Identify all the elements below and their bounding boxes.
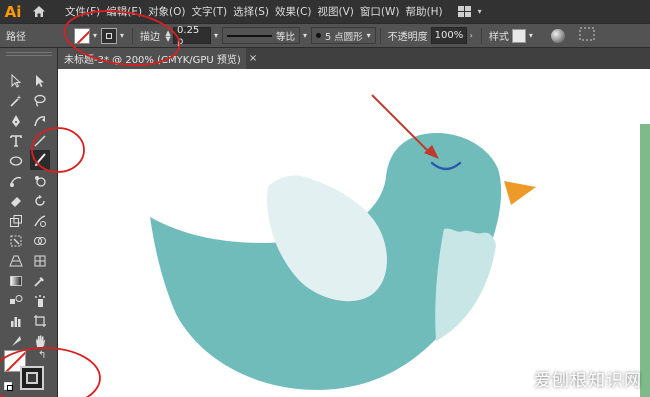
free-transform-tool-icon[interactable] (6, 232, 26, 250)
fill-swatch[interactable] (74, 27, 90, 44)
illustrator-window: { "app": { "logo": "Ai" }, "menu": ["文件(… (0, 0, 650, 397)
menu-edit[interactable]: 编辑(E) (103, 4, 145, 19)
stroke-profile-preview (227, 34, 273, 37)
selection-type-label: 路径 (6, 32, 26, 43)
eyedropper-tool-icon[interactable] (30, 272, 50, 290)
brush-dot-icon (316, 33, 322, 38)
control-bar: 路径 ▾ ▾ 描边 ▲ ▼ 0.25 p ▾ 等比 ▾ 5 点圆形 ▾ 不透明度 … (0, 23, 650, 48)
divider (132, 27, 134, 44)
menu-select[interactable]: 选择(S) (230, 4, 272, 19)
blob-brush-tool-icon[interactable] (30, 172, 50, 190)
swap-fill-stroke-icon[interactable]: ↰ (38, 350, 46, 361)
chevron-down-icon[interactable]: ▾ (303, 31, 307, 40)
bird-beak (504, 181, 536, 205)
paintbrush-tool-icon[interactable] (30, 150, 50, 170)
divider (480, 27, 482, 44)
document-tab-title: 未标题-3* @ 200% (CMYK/GPU 预览) (64, 55, 241, 66)
chevron-down-icon[interactable]: ▾ (214, 31, 218, 40)
stroke-stepper[interactable]: ▲ ▼ (163, 29, 173, 42)
menu-effect[interactable]: 效果(C) (272, 4, 315, 19)
opacity-input[interactable]: 100% (430, 27, 467, 44)
artboard-canvas[interactable] (58, 69, 650, 397)
bird-illustration (150, 94, 536, 390)
stroke-profile-label: 等比 (276, 31, 296, 43)
stroke-weight-input[interactable]: 0.25 p (173, 25, 212, 47)
direct-selection-tool-icon[interactable] (30, 72, 50, 90)
opacity-label[interactable]: 不透明度 (385, 28, 431, 43)
curvature-tool-icon[interactable] (30, 112, 50, 130)
style-label: 样式 (488, 32, 509, 43)
close-icon[interactable]: × (249, 53, 257, 64)
chevron-down-icon[interactable]: ▾ (529, 31, 533, 40)
warp-tool-icon[interactable] (30, 212, 50, 230)
menu-items: 文件(F) 编辑(E) 对象(O) 文字(T) 选择(S) 效果(C) 视图(V… (62, 4, 446, 19)
chevron-right-icon[interactable]: › (470, 31, 473, 40)
stroke-profile-select[interactable]: 等比 (222, 27, 301, 44)
mesh-tool-icon[interactable] (30, 252, 50, 270)
ellipse-tool-icon[interactable] (6, 152, 26, 170)
shape-builder-tool-icon[interactable] (30, 232, 50, 250)
align-icon[interactable] (579, 27, 595, 44)
column-graph-tool-icon[interactable] (6, 312, 26, 330)
scale-tool-icon[interactable] (6, 212, 26, 230)
pen-tool-icon[interactable] (6, 112, 26, 130)
stroke-label[interactable]: 描边 (137, 28, 163, 43)
chevron-down-icon[interactable]: ▾ (93, 31, 97, 40)
eraser-tool-icon[interactable] (6, 192, 26, 210)
document-tab-bar: 未标题-3* @ 200% (CMYK/GPU 预览) × (58, 48, 650, 69)
chevron-down-icon[interactable]: ▾ (120, 31, 124, 40)
tools-panel: ↰ (0, 48, 58, 397)
type-tool-icon[interactable] (6, 132, 26, 150)
menu-file[interactable]: 文件(F) (62, 4, 103, 19)
document-tab[interactable]: 未标题-3* @ 200% (CMYK/GPU 预览) × (58, 48, 257, 69)
blend-tool-icon[interactable] (6, 292, 26, 310)
menu-window[interactable]: 窗口(W) (357, 4, 403, 19)
selection-tool-icon[interactable] (6, 72, 26, 90)
menu-view[interactable]: 视图(V) (315, 4, 357, 19)
panel-grip[interactable] (6, 52, 52, 56)
rotate-tool-icon[interactable] (30, 192, 50, 210)
artboard-tool-icon[interactable] (30, 312, 50, 330)
symbol-sprayer-tool-icon[interactable] (30, 292, 50, 310)
lasso-tool-icon[interactable] (30, 92, 50, 110)
divider (379, 27, 381, 44)
side-artwork-strip (640, 124, 650, 397)
default-colors-icon[interactable] (4, 382, 13, 391)
menu-help[interactable]: 帮助(H) (403, 4, 446, 19)
style-swatch[interactable] (511, 28, 526, 43)
gradient-tool-icon[interactable] (6, 272, 26, 290)
menu-type[interactable]: 文字(T) (189, 4, 231, 19)
bird-chest (435, 228, 496, 341)
stroke-color-swatch[interactable] (20, 366, 44, 390)
line-segment-tool-icon[interactable] (30, 132, 50, 150)
brush-definition-select[interactable]: 5 点圆形 ▾ (311, 27, 376, 44)
workspace-icon[interactable]: ▾ (457, 5, 482, 18)
home-icon[interactable] (26, 0, 52, 23)
fill-stroke-control: ↰ (4, 348, 54, 396)
menu-bar: Ai 文件(F) 编辑(E) 对象(O) 文字(T) 选择(S) 效果(C) 视… (0, 0, 650, 23)
recolor-icon[interactable] (550, 28, 565, 43)
annotation-arrow (371, 94, 431, 154)
brush-label: 5 点圆形 (325, 31, 363, 43)
perspective-grid-tool-icon[interactable] (6, 252, 26, 270)
app-logo: Ai (4, 2, 22, 21)
shaper-tool-icon[interactable] (6, 172, 26, 190)
magic-wand-tool-icon[interactable] (6, 92, 26, 110)
menu-object[interactable]: 对象(O) (145, 4, 188, 19)
stroke-swatch[interactable] (101, 27, 118, 44)
watermark: 爱刨根知识网 (534, 371, 642, 391)
